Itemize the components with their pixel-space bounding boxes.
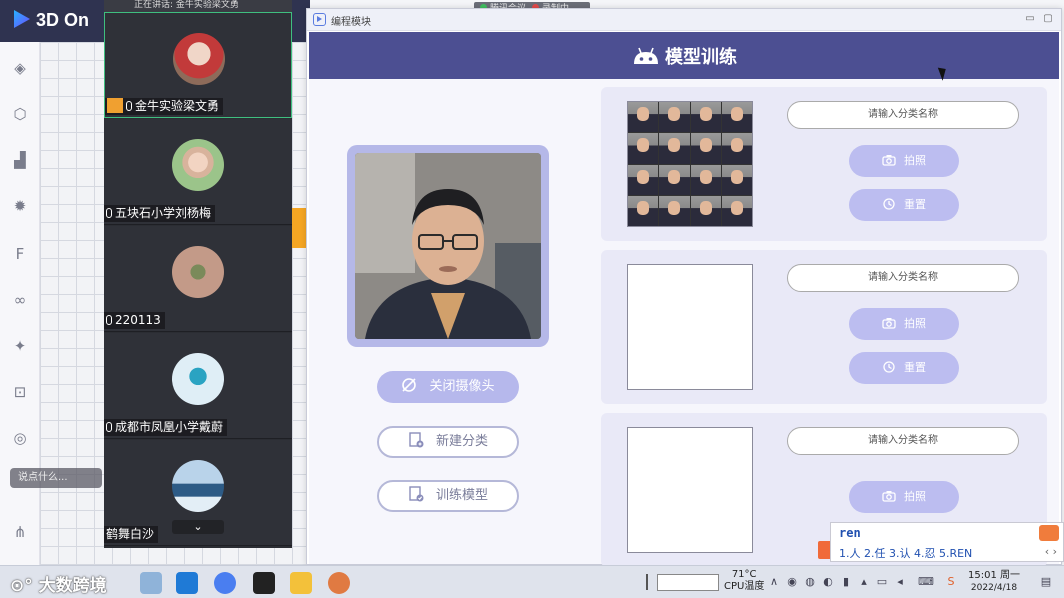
class-card: 请输入分类名称 拍照 重置 [601, 250, 1047, 404]
training-content: 关闭摄像头 新建分类 训练模型 请输入分类名称 拍照 重置 请输入分类名称 拍照… [309, 79, 1059, 567]
sample-images-empty [627, 264, 753, 390]
participant-tile[interactable]: 成都市凤凰小学戴蔚 [104, 333, 292, 439]
hexagon-icon[interactable]: ⬡ [10, 104, 30, 124]
speaking-indicator: 正在讲话: 金牛实验梁文勇 [104, 0, 292, 12]
host-badge-icon [107, 98, 123, 113]
close-camera-button[interactable]: 关闭摄像头 [377, 371, 519, 403]
windows-taskbar: ⊙° 大数跨境 71°C CPU温度 ∧ ◉ ◍ ◐ ▮ ▴ ▭ ◂ ⌨ S 15… [0, 565, 1064, 598]
participant-tile[interactable]: 220113 [104, 226, 292, 332]
network-icon[interactable]: ⋔ [10, 522, 30, 542]
target-icon[interactable]: ◎ [10, 428, 30, 448]
avatar [172, 460, 224, 512]
scan-icon[interactable]: ⊡ [10, 382, 30, 402]
camera-off-icon [402, 378, 417, 392]
add-file-icon [409, 432, 424, 448]
participant-name: 五块石小学刘杨梅 [104, 205, 216, 222]
participant-name: 鹤舞白沙 [104, 526, 159, 543]
cube-icon[interactable]: ◈ [10, 58, 30, 78]
close-icon[interactable]: ▢ [1041, 12, 1055, 26]
sample-images [627, 101, 753, 227]
reset-button[interactable]: 重置 [849, 352, 959, 384]
avatar [172, 246, 224, 298]
ime-tray-icon[interactable]: S [945, 576, 957, 588]
reset-icon [883, 198, 895, 210]
app-logo: 3D On [14, 10, 89, 31]
expand-participants-button[interactable]: ⌄ [172, 520, 224, 534]
chat-icon[interactable]: ◐ [822, 576, 834, 588]
network-icon[interactable]: ◉ [786, 576, 798, 588]
camera-preview [355, 153, 541, 339]
notification-icon[interactable]: ▤ [1040, 576, 1052, 588]
avatar [172, 139, 224, 191]
wifi-icon[interactable]: ▴ [858, 576, 870, 588]
robot-icon [634, 47, 658, 64]
participant-name: 金牛实验梁文勇 [105, 98, 224, 115]
reset-button[interactable]: 重置 [849, 189, 959, 221]
capture-button[interactable]: 拍照 [849, 145, 959, 177]
app-icon [313, 13, 326, 26]
train-model-button[interactable]: 训练模型 [377, 480, 519, 512]
browser-app-icon[interactable] [214, 572, 236, 594]
ime-candidate-window[interactable]: ren 1.人 2.任 3.认 4.忍 5.REN ‹ › [830, 522, 1064, 562]
ime-page-nav[interactable]: ‹ › [1045, 545, 1057, 558]
avatar [173, 33, 225, 85]
chart-icon[interactable]: ▟ [10, 150, 30, 170]
cpu-temperature: 71°C CPU温度 [724, 569, 765, 592]
taskbar-app-icon[interactable] [140, 572, 162, 594]
ime-candidates[interactable]: 1.人 2.任 3.认 4.忍 5.REN [839, 545, 972, 561]
window-titlebar[interactable]: 编程模块 ▭ ▢ [307, 9, 1061, 31]
recorder-app-icon[interactable] [253, 572, 275, 594]
app-icon[interactable] [328, 572, 350, 594]
restore-icon[interactable]: ▭ [1023, 12, 1037, 26]
camera-icon [882, 491, 896, 502]
speaker-icon[interactable]: ◂ [894, 576, 906, 588]
class-name-input[interactable]: 请输入分类名称 [787, 427, 1019, 455]
tray-input-box[interactable] [657, 574, 719, 591]
participant-name: 220113 [104, 312, 165, 329]
mic-icon [106, 422, 112, 432]
folder-app-icon[interactable] [290, 572, 312, 594]
participant-name: 成都市凤凰小学戴蔚 [104, 419, 228, 436]
class-name-input[interactable]: 请输入分类名称 [787, 264, 1019, 292]
font-icon[interactable]: F [10, 244, 30, 264]
mic-icon [106, 315, 112, 325]
display-icon[interactable]: ▭ [876, 576, 888, 588]
shield-icon[interactable]: ◍ [804, 576, 816, 588]
mic-icon [126, 101, 132, 111]
keyboard-icon[interactable]: ⌨ [918, 576, 934, 588]
watermark: ⊙° 大数跨境 [10, 576, 107, 596]
run-icon[interactable]: ✦ [10, 336, 30, 356]
link-icon[interactable]: ∞ [10, 290, 30, 310]
window-title: 编程模块 [331, 17, 371, 28]
capture-button[interactable]: 拍照 [849, 481, 959, 513]
taskbar-separator [646, 574, 648, 590]
chevron-up-icon[interactable]: ∧ [768, 576, 780, 588]
gear-icon[interactable]: ✹ [10, 196, 30, 216]
ime-logo-icon [1039, 525, 1059, 541]
page-title: 模型训练 [665, 47, 737, 68]
class-card: 请输入分类名称 拍照 重置 [601, 87, 1047, 241]
participant-tile[interactable]: 金牛实验梁文勇 [104, 12, 292, 118]
ime-composition: ren [839, 526, 861, 540]
mic-icon [106, 208, 112, 218]
avatar [172, 353, 224, 405]
battery-icon[interactable]: ▮ [840, 576, 852, 588]
camera-feed-image [355, 153, 541, 339]
meeting-participants-panel: 正在讲话: 金牛实验梁文勇 金牛实验梁文勇 五块石小学刘杨梅 220113 成都… [104, 0, 292, 548]
participant-tile[interactable]: 五块石小学刘杨梅 [104, 119, 292, 225]
system-clock[interactable]: 15:01 周一 2022/4/18 [968, 569, 1020, 595]
capture-button[interactable]: 拍照 [849, 308, 959, 340]
programming-window: 编程模块 ▭ ▢ 模型训练 关闭摄像头 新建分类 训练模型 请输入分类名称 拍照… [306, 8, 1062, 567]
camera-icon [882, 318, 896, 329]
new-class-button[interactable]: 新建分类 [377, 426, 519, 458]
chat-input[interactable]: 说点什么... [10, 468, 102, 488]
class-name-input[interactable]: 请输入分类名称 [787, 101, 1019, 129]
meeting-app-icon[interactable] [176, 572, 198, 594]
camera-preview-frame [347, 145, 549, 347]
reset-icon [883, 361, 895, 373]
camera-icon [882, 155, 896, 166]
sample-images-empty [627, 427, 753, 553]
train-file-icon [409, 486, 424, 502]
